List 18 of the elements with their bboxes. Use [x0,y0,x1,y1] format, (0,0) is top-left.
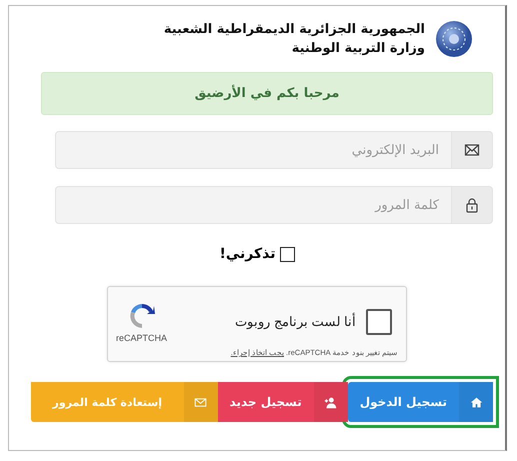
lock-icon [452,186,493,224]
add-user-icon [314,382,348,422]
register-button[interactable]: تسجيل جديد [218,382,348,422]
input-field[interactable]: البريد الإلكتروني [55,131,452,169]
recaptcha-brand: reCAPTCHA [116,332,168,342]
envelope-icon [452,131,493,169]
home-icon [459,382,493,422]
welcome-alert: مرحبا بكم في الأرضيق [41,72,493,115]
captcha-label: أنا لست برنامج روبوت [234,314,356,329]
captcha-checkbox[interactable] [366,308,392,334]
input-field[interactable]: كلمة المرور [55,186,452,224]
header-title: وزارة التربية الوطنية [290,41,425,56]
envelope-icon [184,382,218,422]
header-title: الجمهورية الجزائرية الديمقراطية الشعبية [164,22,425,37]
remember-label: تذكرني! [220,246,276,262]
emblem-icon [435,20,473,58]
remember-checkbox[interactable] [280,246,294,262]
login-button[interactable]: تسجيل الدخول [348,382,493,422]
